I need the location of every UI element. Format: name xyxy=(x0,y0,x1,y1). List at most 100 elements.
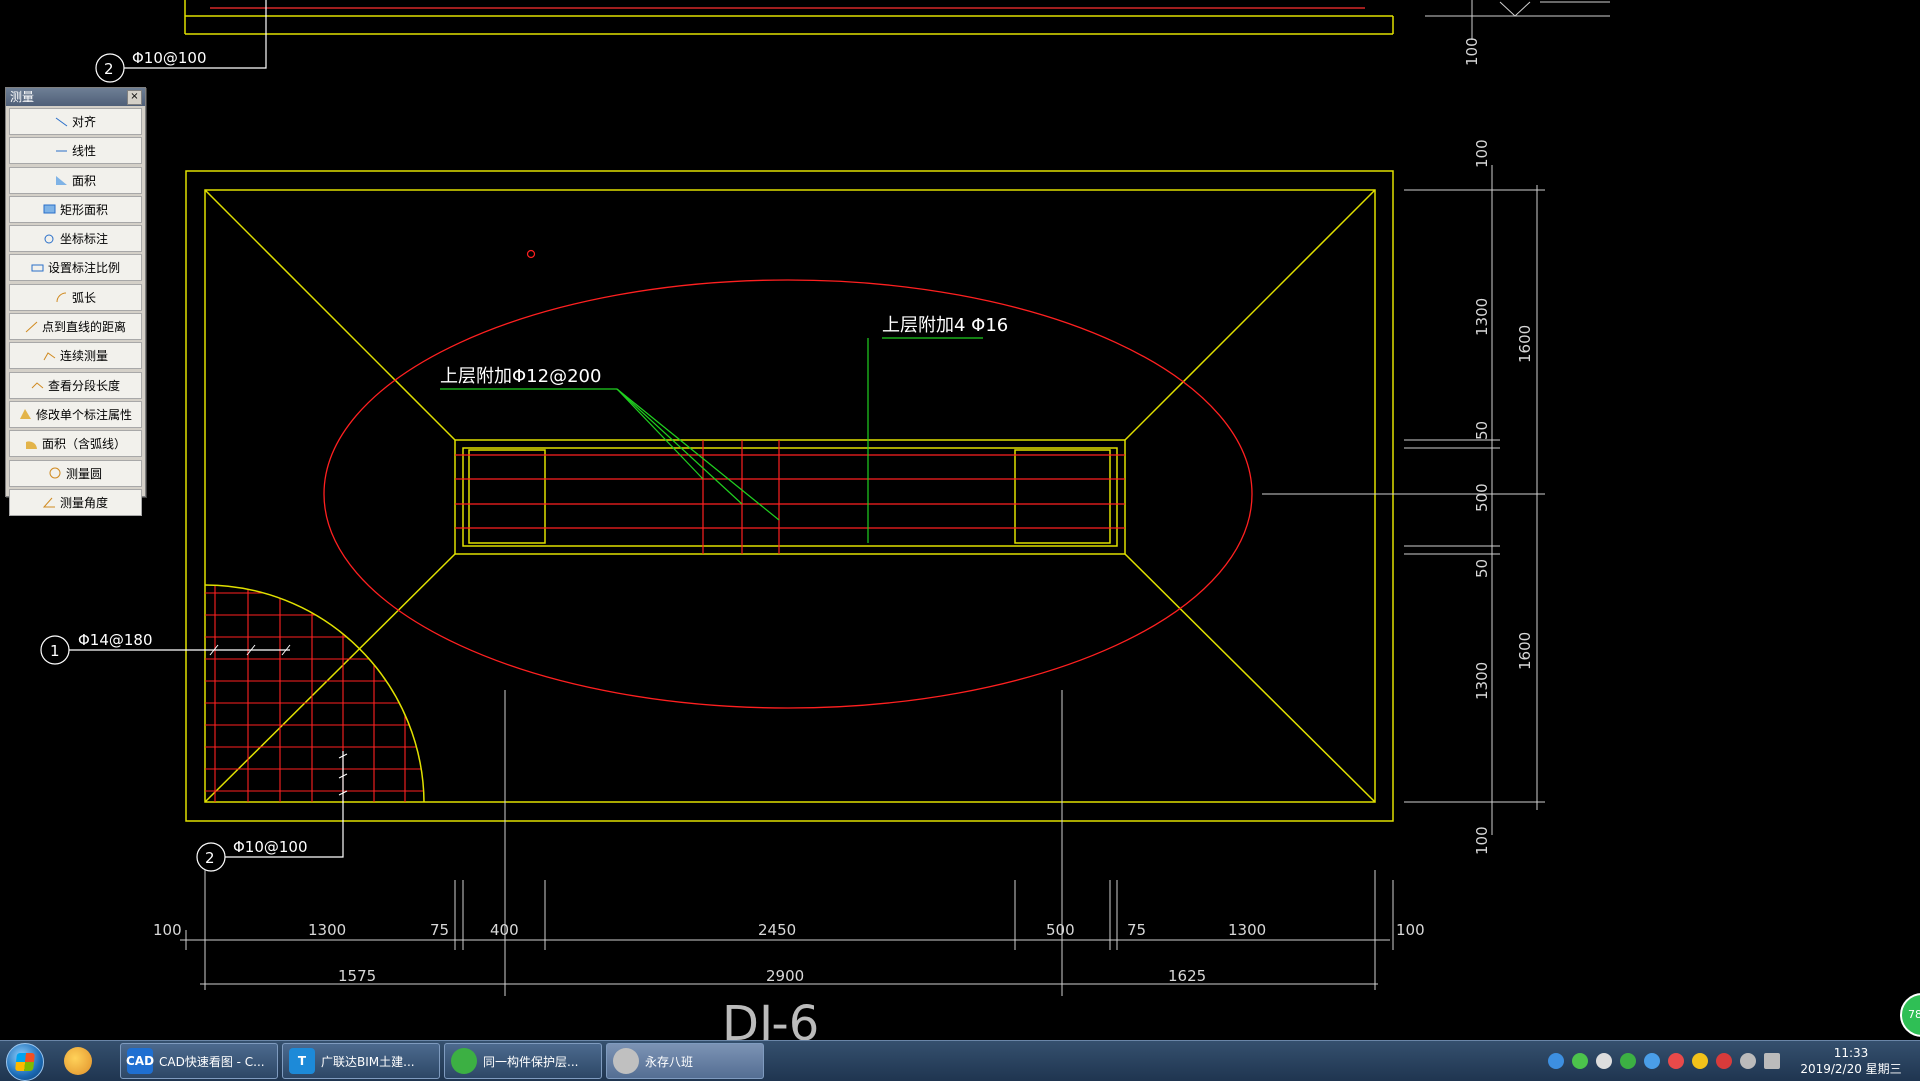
aligned-icon xyxy=(55,116,68,128)
dim-r1: 100 xyxy=(1473,139,1491,168)
tool-area[interactable]: 面积 xyxy=(9,166,142,194)
dim-b2: 1300 xyxy=(308,921,346,939)
angle-icon xyxy=(42,496,56,508)
tool-coordinate[interactable]: 坐标标注 xyxy=(9,225,142,253)
tray-volume-icon[interactable] xyxy=(1740,1053,1756,1069)
scale-icon xyxy=(31,262,44,274)
label-phi10-bottom: Φ10@100 xyxy=(233,838,308,856)
dim-r3: 50 xyxy=(1473,421,1491,440)
tray-shield-icon[interactable] xyxy=(1644,1053,1660,1069)
dim-b4: 400 xyxy=(490,921,519,939)
tray-cloud-icon[interactable] xyxy=(1596,1053,1612,1069)
dim-r5: 50 xyxy=(1473,559,1491,578)
label-phi14: Φ14@180 xyxy=(78,631,153,649)
dim-o2: 1600 xyxy=(1516,632,1534,670)
clock-time: 11:33 xyxy=(1833,1046,1869,1060)
tool-rect-area[interactable]: 矩形面积 xyxy=(9,195,142,223)
continuous-icon xyxy=(43,350,56,362)
top-callout-2: 2 Φ10@100 xyxy=(95,0,267,83)
task-browser[interactable]: 同一构件保护层... xyxy=(444,1043,602,1079)
system-tray xyxy=(1548,1047,1780,1075)
tool-scale[interactable]: 设置标注比例 xyxy=(9,254,142,282)
area-arc-icon xyxy=(25,438,38,450)
marker-2-top: 2 xyxy=(104,60,114,78)
arc-icon xyxy=(55,291,68,303)
linear-icon xyxy=(55,145,68,157)
tool-area-arc[interactable]: 面积（含弧线） xyxy=(9,430,142,458)
right-dim-outer: 1600 1600 xyxy=(1516,325,1534,670)
segment-icon xyxy=(31,379,44,391)
top-right-dim-lines xyxy=(1425,0,1610,40)
dim-b1: 100 xyxy=(153,921,182,939)
pedestal-rebars xyxy=(455,440,1125,554)
dim-b3: 75 xyxy=(430,921,449,939)
bottom-dim-row2: 1575 2900 1625 xyxy=(338,967,1206,985)
tool-edit-dimension[interactable]: 修改单个标注属性 xyxy=(9,400,142,428)
extension-lines xyxy=(504,493,1545,996)
edit-dimension-icon xyxy=(19,408,32,420)
palette-close-button[interactable]: × xyxy=(127,90,142,105)
tool-measure-circle[interactable]: 测量圆 xyxy=(9,459,142,487)
taskbar-clock[interactable]: 11:33 2019/2/20 星期三 xyxy=(1796,1045,1906,1077)
task-chat[interactable]: 永存八班 xyxy=(606,1043,764,1079)
tray-antivirus-icon[interactable] xyxy=(1716,1053,1732,1069)
start-button[interactable] xyxy=(6,1043,44,1081)
label-additional-phi16: 上层附加4 Φ16 xyxy=(882,315,1008,336)
task-cad-viewer[interactable]: CAD CAD快速看图 - C... xyxy=(120,1043,278,1079)
dim-b7: 75 xyxy=(1127,921,1146,939)
dim-c1: 1575 xyxy=(338,967,376,985)
tray-qq-icon[interactable] xyxy=(1668,1053,1684,1069)
top-right-dim: 100 xyxy=(1463,37,1481,66)
marker-1: 1 xyxy=(50,642,60,660)
red-point-marker xyxy=(526,249,536,259)
dim-r7: 100 xyxy=(1473,826,1491,855)
task-glodon-bim[interactable]: T 广联达BIM土建... xyxy=(282,1043,440,1079)
dim-o1: 1600 xyxy=(1516,325,1534,363)
browser-app-icon xyxy=(451,1048,477,1074)
label-additional-phi12: 上层附加Φ12@200 xyxy=(440,366,601,387)
circle-icon xyxy=(49,467,62,479)
tool-linear[interactable]: 线性 xyxy=(9,137,142,165)
cad-app-icon: CAD xyxy=(126,1048,154,1074)
drawing-title: DJ-6 xyxy=(722,996,819,1040)
dim-r6: 1300 xyxy=(1473,662,1491,700)
chat-app-icon xyxy=(613,1048,639,1074)
windows-logo-icon xyxy=(15,1053,35,1071)
palette-titlebar[interactable]: 测量 × xyxy=(6,88,145,106)
bottom-dim-row1: 100 1300 75 400 2450 500 75 1300 100 xyxy=(153,921,1425,939)
dim-b9: 100 xyxy=(1396,921,1425,939)
dim-b6: 500 xyxy=(1046,921,1075,939)
dim-c2: 2900 xyxy=(766,967,804,985)
right-dim-inner: 100 1300 50 500 50 1300 100 xyxy=(1473,139,1491,855)
dim-c3: 1625 xyxy=(1168,967,1206,985)
footing-outline xyxy=(185,170,1394,822)
tray-wechat-icon[interactable] xyxy=(1572,1053,1588,1069)
tool-measure-angle[interactable]: 测量角度 xyxy=(9,488,142,516)
tool-segment-length[interactable]: 查看分段长度 xyxy=(9,371,142,399)
dim-r4: 500 xyxy=(1473,483,1491,512)
cad-drawing-canvas[interactable]: 100 2 Φ10@100 上层附加Φ12@200 上层附加4 Φ16 1 Φ1… xyxy=(0,0,1920,1040)
coordinate-icon xyxy=(43,233,56,245)
tray-signal-icon[interactable] xyxy=(1764,1053,1780,1069)
tool-aligned[interactable]: 对齐 xyxy=(9,108,142,135)
dim-r2: 1300 xyxy=(1473,298,1491,336)
clock-date: 2019/2/20 星期三 xyxy=(1800,1062,1902,1076)
marker-2-bottom: 2 xyxy=(205,849,215,867)
rect-area-icon xyxy=(43,203,56,215)
quick-launch-icon[interactable] xyxy=(64,1047,92,1075)
tool-continuous[interactable]: 连续测量 xyxy=(9,342,142,370)
tray-360-icon[interactable] xyxy=(1692,1053,1708,1069)
taskbar: CAD CAD快速看图 - C... T 广联达BIM土建... 同一构件保护层… xyxy=(0,1040,1920,1081)
upper-footing-partial xyxy=(184,0,1394,35)
palette-title: 测量 xyxy=(10,90,35,104)
point-line-icon xyxy=(25,321,38,333)
glodon-app-icon: T xyxy=(289,1048,315,1074)
tool-arc-length[interactable]: 弧长 xyxy=(9,283,142,311)
tray-network-icon[interactable] xyxy=(1548,1053,1564,1069)
dim-b5: 2450 xyxy=(758,921,796,939)
measure-palette[interactable]: 测量 × 对齐 线性 面积 矩形面积 坐标标注 设置标注比例 弧长 点到直线的距… xyxy=(5,87,146,516)
tool-point-line[interactable]: 点到直线的距离 xyxy=(9,313,142,341)
area-icon xyxy=(55,174,68,186)
tray-browser-icon[interactable] xyxy=(1620,1053,1636,1069)
label-phi10-top: Φ10@100 xyxy=(132,49,207,67)
